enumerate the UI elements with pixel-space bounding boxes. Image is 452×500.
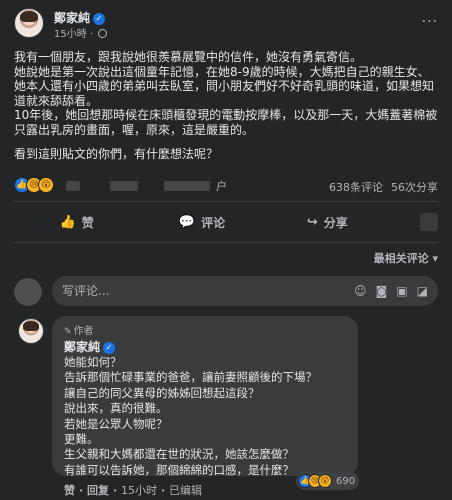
comment-like-link[interactable]: 赞 (64, 484, 75, 497)
reactor-names-suffix: 户 (216, 180, 227, 193)
shares-count[interactable]: 56次分享 (391, 181, 438, 194)
comment-button[interactable]: 💬 评论 (139, 204, 264, 240)
comment-footer: 赞 · 回复 · 15小时 · 已编辑 (64, 484, 203, 497)
reactor-names-blurred: 户 (66, 180, 236, 193)
comment-line: 說出來，真的很難。 (64, 401, 168, 416)
like-label: 赞 (81, 215, 94, 230)
comment-edited: 已编辑 (169, 484, 203, 497)
comment-input-placeholder: 写评论... (62, 284, 110, 298)
gif-icon[interactable]: ▣ (396, 276, 407, 306)
post-paragraph: 我有一個朋友，跟我說她很羨慕展覽中的信件，她沒有勇氣寄信。 (14, 50, 363, 64)
divider (14, 201, 438, 202)
comment-bubble-icon: 💬 (178, 214, 196, 230)
camera-icon[interactable]: ◙ (376, 276, 388, 306)
composer-tools: ☺ ◙ ▣ ◪ (354, 276, 428, 306)
post-stats: 👍 😢 😮 户 638条评论 56次分享 (14, 177, 438, 195)
share-arrow-icon: ↪ (306, 214, 318, 230)
comment-time[interactable]: 15小时 (121, 484, 157, 497)
comment-input[interactable]: 写评论... ☺ ◙ ▣ ◪ (52, 276, 438, 306)
comment-bubble: ✎ 作者 鄭家純 ✓ 她能如何？ 告訴那個忙碌事業的爸爸，讓前妻照顧後的下場？ 讓自… (52, 316, 358, 478)
post-paragraph: 看到這則貼文的你們，有什麼想法呢？ (14, 147, 219, 161)
verified-badge-icon: ✓ (103, 342, 116, 354)
verified-badge-icon: ✓ (93, 13, 106, 25)
comment-composer: 写评论... ☺ ◙ ▣ ◪ (14, 276, 438, 306)
post-body: 我有一個朋友，跟我說她很羨慕展覽中的信件，她沒有勇氣寄信。 她說她是第一次說出這… (14, 50, 438, 162)
wow-reaction-icon: 😮 (38, 177, 54, 193)
author-badge-label: 作者 (73, 326, 94, 337)
reaction-summary[interactable]: 👍 😢 😮 (14, 177, 54, 195)
comments-count[interactable]: 638条评论 (329, 181, 383, 194)
author-badge: ✎ 作者 (64, 322, 346, 337)
post-header: 鄭家純 ✓ 15小時 · ··· (14, 8, 438, 40)
public-globe-icon (98, 29, 108, 38)
comment-sort-dropdown[interactable]: 最相关评论 ▾ (374, 250, 438, 266)
comment-line: 她能如何？ (64, 355, 122, 369)
avatar-hair (20, 11, 38, 23)
comment-reaction-count: 690 (336, 475, 356, 487)
post-actions: 👍 赞 💬 评论 ↪ 分享 (14, 204, 438, 240)
avatar-hair (23, 320, 39, 331)
author-name-row: 鄭家純 ✓ (54, 9, 106, 26)
wow-reaction-icon: 😮 (318, 474, 332, 488)
comment-line: 讓自己的同父異母的姊姊回想起這段？ (64, 385, 260, 400)
post-paragraph: 10年後，她回想那時候在床頭櫃發現的電動按摩棒，以及那一天，大媽蓋著棉被只露出乳… (14, 108, 438, 137)
comment-author-row: 鄭家純 ✓ (64, 338, 346, 355)
more-options-icon[interactable]: ··· (422, 14, 438, 30)
share-button[interactable]: ↪ 分享 (265, 204, 390, 240)
comment-text: 她能如何？ 告訴那個忙碌事業的爸爸，讓前妻照顧後的下場？ 讓自己的同父異母的姊姊… (64, 355, 346, 478)
pen-icon: ✎ (64, 327, 72, 337)
sticker-icon[interactable]: ◪ (417, 276, 428, 306)
post-paragraph: 她說她是第一次說出這個童年記憶，在她8-9歲的時候，大媽把自己的親生女、她本人還… (14, 64, 435, 108)
comment-author-avatar[interactable] (18, 318, 44, 344)
post-meta: 15小時 · (54, 25, 108, 40)
comment-reply-link[interactable]: 回复 (87, 484, 109, 497)
comment-line: 若她是公眾人物呢？ (64, 416, 168, 431)
like-button[interactable]: 👍 赞 (14, 204, 139, 240)
viewer-avatar[interactable] (14, 278, 42, 306)
comment-line: 生父親和大媽都還在世的狀況，她該怎麼做？ (64, 447, 294, 462)
comment-reaction-summary[interactable]: 👍 😢 😮 690 (296, 472, 360, 490)
divider (14, 242, 438, 243)
post-time[interactable]: 15小時 (54, 29, 87, 40)
comment-label: 评论 (201, 215, 226, 230)
reaction-as-avatar[interactable] (419, 213, 438, 231)
comment-line: 告訴那個忙碌事業的爸爸，讓前妻照顧後的下場？ (64, 370, 317, 385)
comment-author-name[interactable]: 鄭家純 (64, 340, 100, 354)
comment-line: 更難。 (64, 432, 99, 447)
emoji-icon[interactable]: ☺ (354, 276, 367, 306)
author-avatar[interactable] (14, 8, 44, 38)
author-name[interactable]: 鄭家純 (54, 11, 90, 25)
thumbs-up-icon: 👍 (59, 214, 76, 230)
stats-counts: 638条评论 56次分享 (321, 179, 438, 195)
share-label: 分享 (323, 215, 348, 230)
